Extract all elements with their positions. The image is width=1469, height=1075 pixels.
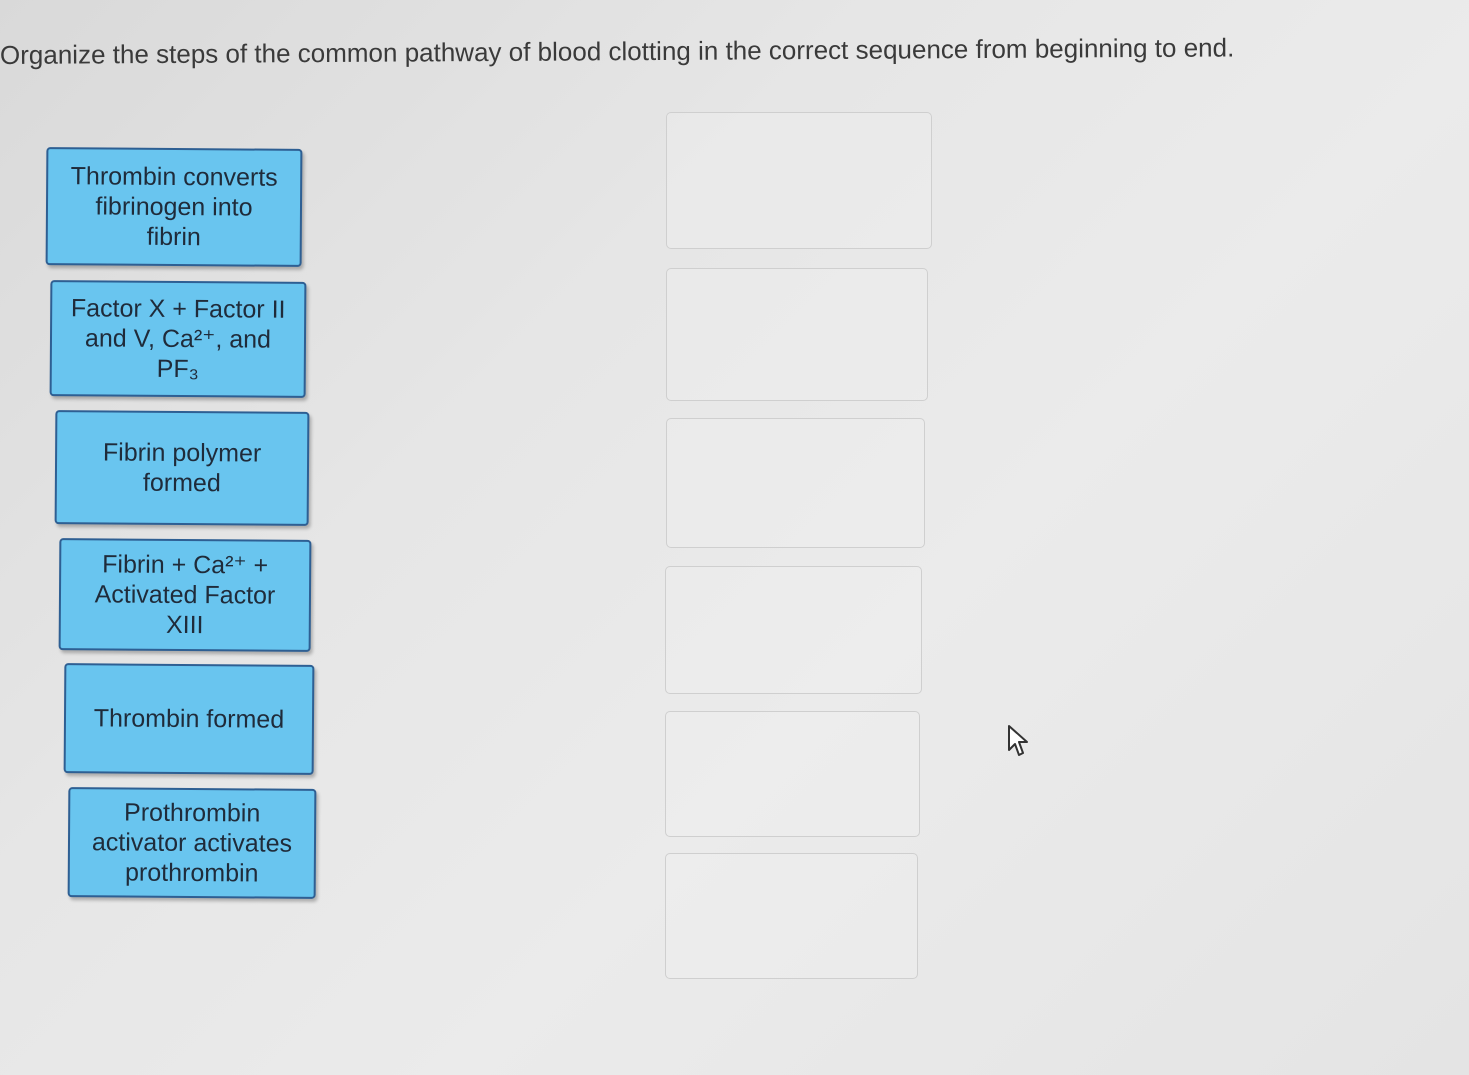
draggable-step-card[interactable]: Fibrin polymer formed: [54, 410, 310, 526]
drop-slot-5[interactable]: [665, 711, 920, 837]
step-card-label: Prothrombin activator activates prothrom…: [91, 798, 293, 888]
draggable-step-card[interactable]: Thrombin formed: [63, 663, 315, 775]
drop-slot-3[interactable]: [666, 418, 925, 548]
drop-slot-4[interactable]: [665, 566, 922, 694]
draggable-step-card[interactable]: Factor X + Factor II and V, Ca²⁺, and PF…: [49, 280, 307, 398]
pointer-cursor-icon: [1008, 725, 1028, 756]
question-instruction: Organize the steps of the common pathway…: [0, 32, 1235, 70]
step-card-label: Fibrin + Ca²⁺ + Activated Factor XIII: [94, 550, 276, 640]
sequence-question: Organize the steps of the common pathway…: [0, 0, 1469, 1075]
draggable-step-card[interactable]: Fibrin + Ca²⁺ + Activated Factor XIII: [58, 538, 312, 652]
draggable-step-card[interactable]: Thrombin converts fibrinogen into fibrin: [45, 147, 303, 267]
drop-slot-6[interactable]: [665, 853, 918, 979]
drop-slot-2[interactable]: [666, 268, 928, 401]
drop-slot-1[interactable]: [666, 112, 932, 249]
step-card-label: Thrombin formed: [93, 704, 285, 734]
step-card-label: Thrombin converts fibrinogen into fibrin: [70, 162, 278, 252]
draggable-step-card[interactable]: Prothrombin activator activates prothrom…: [67, 787, 317, 899]
step-card-label: Factor X + Factor II and V, Ca²⁺, and PF…: [70, 294, 286, 384]
step-card-label: Fibrin polymer formed: [102, 438, 262, 498]
